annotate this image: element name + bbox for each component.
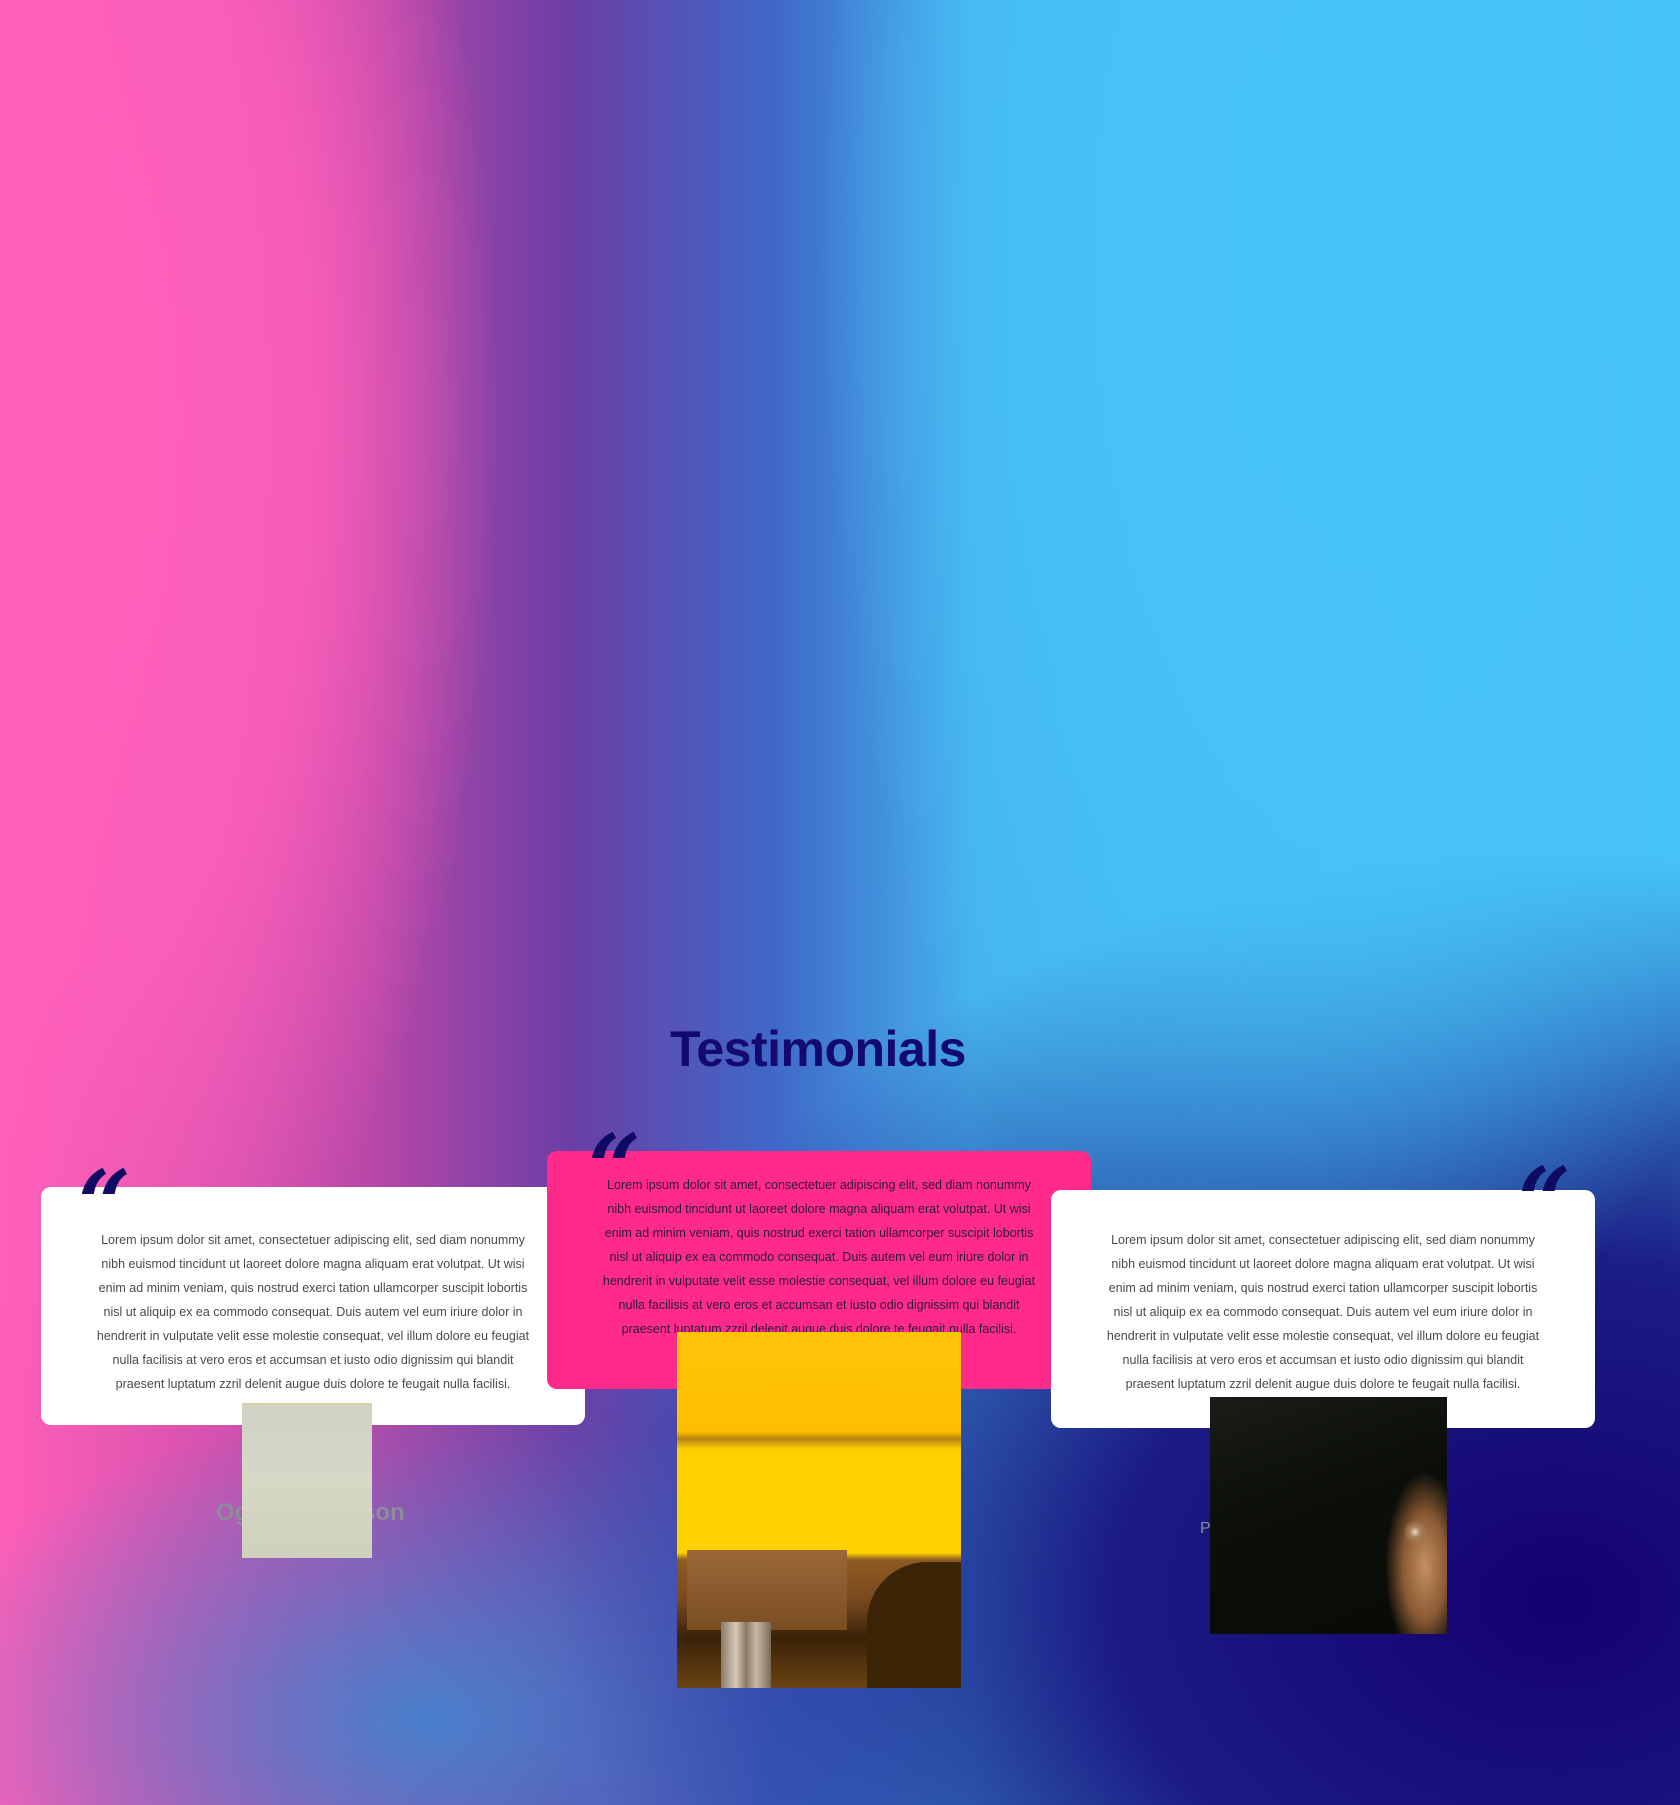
quote-icon: “ (78, 1150, 131, 1258)
quote-icon: “ (588, 1114, 641, 1222)
photo-detail (867, 1562, 961, 1688)
testimonial-text: Lorem ipsum dolor sit amet, consectetuer… (1106, 1233, 1540, 1391)
photo-detail (721, 1622, 771, 1688)
testimonial-avatar (242, 1403, 372, 1558)
testimonial-text: Lorem ipsum dolor sit amet, consectetuer… (96, 1233, 530, 1391)
testimonial-avatar (1210, 1397, 1447, 1634)
photo-detail (687, 1550, 847, 1630)
testimonial-text: Lorem ipsum dolor sit amet, consectetuer… (602, 1178, 1036, 1336)
testimonial-avatar (677, 1332, 961, 1688)
testimonial-card: Lorem ipsum dolor sit amet, consectetuer… (1051, 1190, 1595, 1428)
section-title: Testimonials (670, 1020, 966, 1077)
quote-icon: “ (1518, 1147, 1571, 1255)
